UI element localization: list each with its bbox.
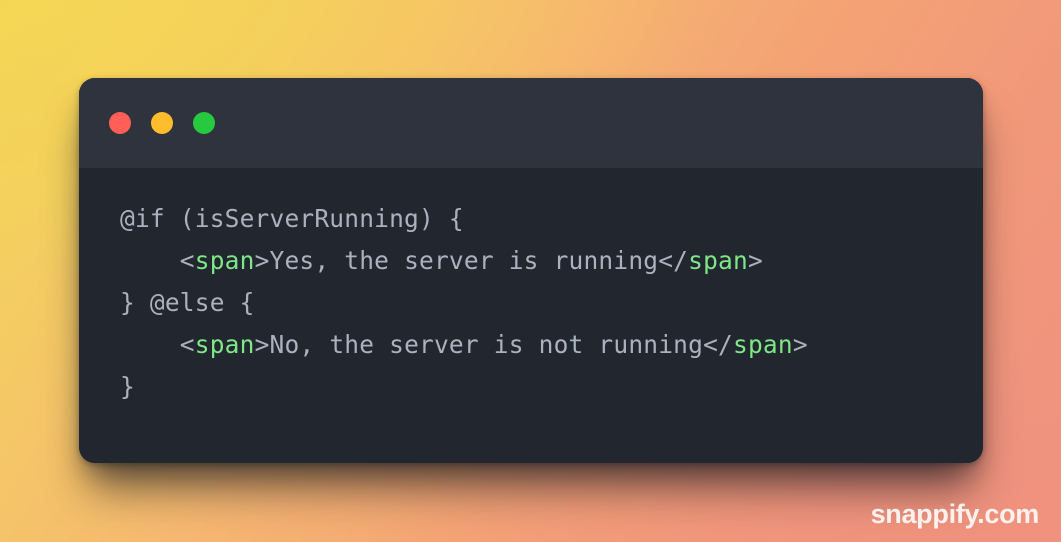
code-block: @if (isServerRunning) { <span>Yes, the s…	[120, 198, 983, 408]
maximize-window-button[interactable]	[193, 112, 215, 134]
close-window-button[interactable]	[109, 112, 131, 134]
code-text: }	[120, 372, 135, 401]
snippet-canvas: @if (isServerRunning) { <span>Yes, the s…	[0, 0, 1061, 542]
code-text: <	[120, 246, 195, 275]
code-text: >Yes, the server is running</	[254, 246, 689, 275]
minimize-window-button[interactable]	[151, 112, 173, 134]
traffic-lights	[109, 112, 215, 134]
code-window: @if (isServerRunning) { <span>Yes, the s…	[79, 78, 983, 463]
code-text: <	[120, 330, 195, 359]
code-text: @if (isServerRunning) {	[120, 204, 464, 233]
code-tag-name: span	[194, 246, 255, 275]
window-titlebar	[79, 78, 983, 168]
code-editor-area[interactable]: @if (isServerRunning) { <span>Yes, the s…	[79, 168, 983, 463]
code-text: >No, the server is not running</	[254, 330, 733, 359]
code-tag-name: span	[733, 330, 793, 359]
snappify-watermark: snappify.com	[870, 499, 1040, 529]
code-text: >	[792, 330, 808, 359]
code-tag-name: span	[688, 246, 748, 275]
code-tag-name: span	[194, 330, 255, 359]
code-text: >	[747, 246, 763, 275]
code-text: } @else {	[120, 288, 255, 317]
